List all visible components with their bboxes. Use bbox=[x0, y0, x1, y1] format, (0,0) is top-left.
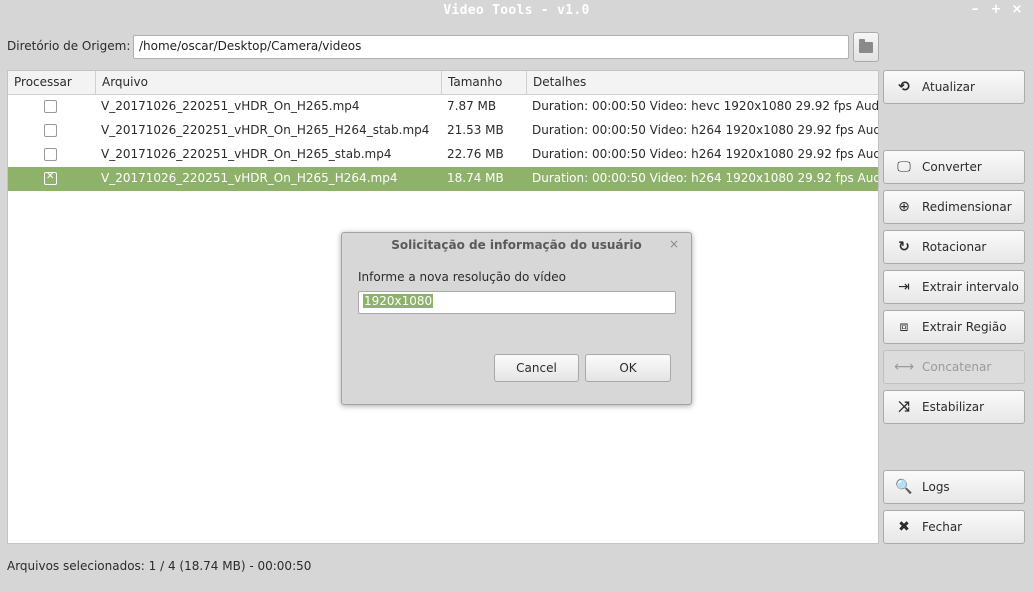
export-icon: ⇥ bbox=[898, 279, 910, 295]
status-bar: Arquivos selecionados: 1 / 4 (18.74 MB) … bbox=[7, 559, 312, 573]
file-name: V_20171026_220251_vHDR_On_H265.mp4 bbox=[101, 99, 360, 113]
estabilizar-label: Estabilizar bbox=[922, 400, 985, 414]
table-row[interactable]: V_20171026_220251_vHDR_On_H265.mp4 7.87 … bbox=[8, 95, 879, 119]
resolution-input[interactable]: 1920x1080 bbox=[358, 291, 676, 314]
refresh-icon: ⟲ bbox=[898, 79, 910, 95]
zoom-in-icon: ⊕ bbox=[898, 199, 910, 215]
converter-button[interactable]: 🖵 Converter bbox=[883, 150, 1025, 184]
rotate-icon: ↻ bbox=[898, 239, 910, 255]
process-checkbox[interactable] bbox=[44, 171, 57, 185]
cancel-button[interactable]: Cancel bbox=[494, 354, 579, 382]
maximize-button[interactable]: + bbox=[988, 2, 1004, 17]
file-name: V_20171026_220251_vHDR_On_H265_H264.mp4 bbox=[101, 171, 398, 185]
col-arquivo[interactable]: Arquivo bbox=[96, 71, 442, 95]
crop-region-icon: ⧈ bbox=[899, 319, 909, 335]
process-checkbox[interactable] bbox=[44, 100, 57, 113]
atualizar-button[interactable]: ⟲ Atualizar bbox=[883, 70, 1025, 104]
ok-button[interactable]: OK bbox=[585, 354, 671, 382]
process-checkbox[interactable] bbox=[44, 124, 57, 137]
dialog-title: Solicitação de informação do usuário bbox=[391, 238, 642, 252]
file-name: V_20171026_220251_vHDR_On_H265_H264_stab… bbox=[101, 123, 430, 137]
extrair-intervalo-label: Extrair intervalo bbox=[922, 280, 1019, 294]
process-checkbox[interactable] bbox=[44, 148, 57, 161]
window-title: Video Tools - v1.0 bbox=[443, 3, 590, 18]
browse-folder-button[interactable] bbox=[853, 32, 879, 62]
fechar-button[interactable]: ✖ Fechar bbox=[883, 510, 1025, 544]
close-window-button[interactable]: × bbox=[1009, 2, 1025, 17]
converter-label: Converter bbox=[922, 160, 982, 174]
folder-icon bbox=[859, 38, 873, 53]
table-row[interactable]: V_20171026_220251_vHDR_On_H265_H264_stab… bbox=[8, 119, 879, 143]
file-details: Duration: 00:00:50 Video: h264 1920x1080… bbox=[532, 123, 879, 137]
fechar-label: Fechar bbox=[922, 520, 963, 534]
concatenar-label: Concatenar bbox=[922, 360, 992, 374]
input-dialog: Solicitação de informação do usuário × I… bbox=[341, 232, 692, 405]
logs-button[interactable]: 🔍 Logs bbox=[883, 470, 1025, 504]
estabilizar-button[interactable]: ⤨ Estabilizar bbox=[883, 390, 1025, 424]
file-size: 22.76 MB bbox=[447, 147, 504, 161]
rotacionar-label: Rotacionar bbox=[922, 240, 987, 254]
resolution-value: 1920x1080 bbox=[363, 294, 434, 308]
table-row-selected[interactable]: V_20171026_220251_vHDR_On_H265_H264.mp4 … bbox=[8, 167, 879, 191]
col-tamanho[interactable]: Tamanho bbox=[442, 71, 527, 95]
table-header: Processar Arquivo Tamanho Detalhes bbox=[8, 71, 878, 95]
logs-label: Logs bbox=[922, 480, 950, 494]
file-size: 21.53 MB bbox=[447, 123, 504, 137]
col-processar[interactable]: Processar bbox=[8, 71, 96, 95]
file-details: Duration: 00:00:50 Video: h264 1920x1080… bbox=[532, 147, 879, 161]
source-dir-input[interactable]: /home/oscar/Desktop/Camera/videos bbox=[133, 35, 849, 59]
monitor-icon: 🖵 bbox=[897, 159, 911, 175]
title-bar: Video Tools - v1.0 – + × bbox=[0, 0, 1033, 24]
extrair-regiao-button[interactable]: ⧈ Extrair Região bbox=[883, 310, 1025, 344]
file-details: Duration: 00:00:50 Video: h264 1920x1080… bbox=[532, 171, 879, 185]
file-size: 7.87 MB bbox=[447, 99, 497, 113]
file-details: Duration: 00:00:50 Video: hevc 1920x1080… bbox=[532, 99, 879, 113]
close-x-icon: ✖ bbox=[898, 519, 910, 535]
col-detalhes[interactable]: Detalhes bbox=[527, 71, 878, 95]
rotacionar-button[interactable]: ↻ Rotacionar bbox=[883, 230, 1025, 264]
extrair-regiao-label: Extrair Região bbox=[922, 320, 1007, 334]
concat-arrows-icon: ⟷ bbox=[893, 359, 915, 375]
table-row[interactable]: V_20171026_220251_vHDR_On_H265_stab.mp4 … bbox=[8, 143, 879, 167]
redimensionar-button[interactable]: ⊕ Redimensionar bbox=[883, 190, 1025, 224]
dialog-close-icon[interactable]: × bbox=[669, 237, 679, 251]
file-name: V_20171026_220251_vHDR_On_H265_stab.mp4 bbox=[101, 147, 392, 161]
atualizar-label: Atualizar bbox=[922, 80, 975, 94]
file-size: 18.74 MB bbox=[447, 171, 504, 185]
shuffle-icon: ⤨ bbox=[898, 399, 910, 415]
redimensionar-label: Redimensionar bbox=[922, 200, 1012, 214]
dialog-prompt: Informe a nova resolução do vídeo bbox=[358, 270, 566, 284]
extrair-intervalo-button[interactable]: ⇥ Extrair intervalo bbox=[883, 270, 1025, 304]
magnifier-icon: 🔍 bbox=[895, 479, 913, 495]
concatenar-button[interactable]: ⟷ Concatenar bbox=[883, 350, 1025, 384]
source-dir-label: Diretório de Origem: bbox=[7, 39, 131, 53]
minimize-button[interactable]: – bbox=[967, 2, 983, 17]
